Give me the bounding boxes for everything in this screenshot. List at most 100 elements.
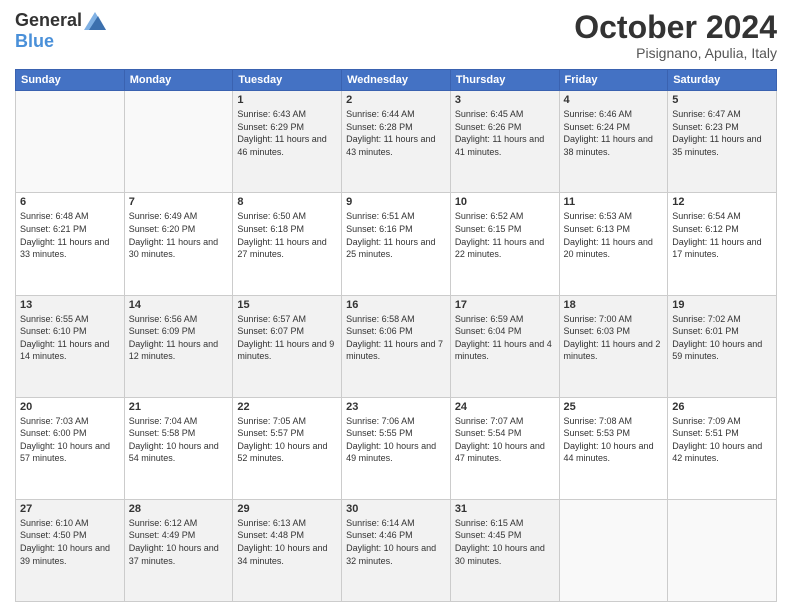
calendar-cell: 21Sunrise: 7:04 AM Sunset: 5:58 PM Dayli… xyxy=(124,397,233,499)
day-number: 11 xyxy=(564,196,664,208)
calendar-cell: 3 Sunrise: 6:45 AM Sunset: 6:26 PM Daylig… xyxy=(450,91,559,193)
day-number: 28 xyxy=(129,503,229,515)
calendar-week-5: 27 Sunrise: 6:10 AM Sunset: 4:50 PM Dayli… xyxy=(16,499,777,601)
calendar-cell: 13 Sunrise: 6:55 AM Sunset: 6:10 PM Dayli… xyxy=(16,295,125,397)
day-info: Sunrise: 7:06 AM Sunset: 5:55 PM Dayligh… xyxy=(346,415,446,465)
day-number: 3 xyxy=(455,94,555,106)
calendar-cell: 7 Sunrise: 6:49 AM Sunset: 6:20 PM Daylig… xyxy=(124,193,233,295)
logo-general-text: General xyxy=(15,10,82,31)
page: General Blue October 2024 Pisignano, Apu… xyxy=(0,0,792,612)
calendar-header-saturday: Saturday xyxy=(668,70,777,91)
calendar-week-3: 13 Sunrise: 6:55 AM Sunset: 6:10 PM Dayli… xyxy=(16,295,777,397)
day-number: 19 xyxy=(672,299,772,311)
location: Pisignano, Apulia, Italy xyxy=(574,45,777,61)
calendar-cell xyxy=(16,91,125,193)
calendar-cell: 26 Sunrise: 7:09 AM Sunset: 5:51 PM Dayli… xyxy=(668,397,777,499)
day-info: Sunrise: 7:02 AM Sunset: 6:01 PM Dayligh… xyxy=(672,313,772,363)
calendar-cell xyxy=(124,91,233,193)
day-number: 26 xyxy=(672,401,772,413)
day-number: 6 xyxy=(20,196,120,208)
day-info: Sunrise: 7:05 AM Sunset: 5:57 PM Dayligh… xyxy=(237,415,337,465)
day-info: Sunrise: 6:50 AM Sunset: 6:18 PM Dayligh… xyxy=(237,210,337,260)
calendar-cell: 9 Sunrise: 6:51 AM Sunset: 6:16 PM Daylig… xyxy=(342,193,451,295)
calendar-cell: 27 Sunrise: 6:10 AM Sunset: 4:50 PM Dayli… xyxy=(16,499,125,601)
day-number: 25 xyxy=(564,401,664,413)
calendar-week-2: 6Sunrise: 6:48 AM Sunset: 6:21 PM Daylig… xyxy=(16,193,777,295)
calendar-cell: 31 Sunrise: 6:15 AM Sunset: 4:45 PM Dayli… xyxy=(450,499,559,601)
day-info: Sunrise: 6:15 AM Sunset: 4:45 PM Dayligh… xyxy=(455,517,555,567)
day-info: Sunrise: 6:45 AM Sunset: 6:26 PM Dayligh… xyxy=(455,108,555,158)
calendar-cell: 1 Sunrise: 6:43 AM Sunset: 6:29 PM Daylig… xyxy=(233,91,342,193)
day-number: 1 xyxy=(237,94,337,106)
day-info: Sunrise: 6:56 AM Sunset: 6:09 PM Dayligh… xyxy=(129,313,229,363)
day-info: Sunrise: 6:43 AM Sunset: 6:29 PM Dayligh… xyxy=(237,108,337,158)
day-info: Sunrise: 6:46 AM Sunset: 6:24 PM Dayligh… xyxy=(564,108,664,158)
calendar-cell: 25 Sunrise: 7:08 AM Sunset: 5:53 PM Dayli… xyxy=(559,397,668,499)
day-info: Sunrise: 6:51 AM Sunset: 6:16 PM Dayligh… xyxy=(346,210,446,260)
day-info: Sunrise: 6:49 AM Sunset: 6:20 PM Dayligh… xyxy=(129,210,229,260)
day-number: 5 xyxy=(672,94,772,106)
day-number: 20 xyxy=(20,401,120,413)
day-number: 17 xyxy=(455,299,555,311)
day-number: 14 xyxy=(129,299,229,311)
calendar-header-sunday: Sunday xyxy=(16,70,125,91)
calendar-header-wednesday: Wednesday xyxy=(342,70,451,91)
day-info: Sunrise: 6:14 AM Sunset: 4:46 PM Dayligh… xyxy=(346,517,446,567)
day-number: 24 xyxy=(455,401,555,413)
logo-icon xyxy=(84,12,106,30)
day-info: Sunrise: 6:12 AM Sunset: 4:49 PM Dayligh… xyxy=(129,517,229,567)
calendar-week-4: 20 Sunrise: 7:03 AM Sunset: 6:00 PM Dayli… xyxy=(16,397,777,499)
day-number: 10 xyxy=(455,196,555,208)
calendar-header-monday: Monday xyxy=(124,70,233,91)
calendar-week-1: 1 Sunrise: 6:43 AM Sunset: 6:29 PM Daylig… xyxy=(16,91,777,193)
calendar-cell: 2 Sunrise: 6:44 AM Sunset: 6:28 PM Daylig… xyxy=(342,91,451,193)
calendar-cell: 16Sunrise: 6:58 AM Sunset: 6:06 PM Dayli… xyxy=(342,295,451,397)
day-number: 23 xyxy=(346,401,446,413)
title-section: October 2024 Pisignano, Apulia, Italy xyxy=(574,10,777,61)
calendar-cell: 10Sunrise: 6:52 AM Sunset: 6:15 PM Dayli… xyxy=(450,193,559,295)
day-info: Sunrise: 6:58 AM Sunset: 6:06 PM Dayligh… xyxy=(346,313,446,363)
day-info: Sunrise: 7:09 AM Sunset: 5:51 PM Dayligh… xyxy=(672,415,772,465)
calendar-cell: 20 Sunrise: 7:03 AM Sunset: 6:00 PM Dayli… xyxy=(16,397,125,499)
calendar-cell: 14 Sunrise: 6:56 AM Sunset: 6:09 PM Dayli… xyxy=(124,295,233,397)
day-number: 7 xyxy=(129,196,229,208)
day-number: 8 xyxy=(237,196,337,208)
calendar-header-row: SundayMondayTuesdayWednesdayThursdayFrid… xyxy=(16,70,777,91)
calendar-cell: 28 Sunrise: 6:12 AM Sunset: 4:49 PM Dayli… xyxy=(124,499,233,601)
day-info: Sunrise: 6:55 AM Sunset: 6:10 PM Dayligh… xyxy=(20,313,120,363)
calendar-cell: 24Sunrise: 7:07 AM Sunset: 5:54 PM Dayli… xyxy=(450,397,559,499)
day-info: Sunrise: 6:10 AM Sunset: 4:50 PM Dayligh… xyxy=(20,517,120,567)
calendar-cell: 18 Sunrise: 7:00 AM Sunset: 6:03 PM Dayli… xyxy=(559,295,668,397)
calendar-table: SundayMondayTuesdayWednesdayThursdayFrid… xyxy=(15,69,777,602)
day-number: 4 xyxy=(564,94,664,106)
day-number: 31 xyxy=(455,503,555,515)
day-number: 30 xyxy=(346,503,446,515)
day-info: Sunrise: 6:47 AM Sunset: 6:23 PM Dayligh… xyxy=(672,108,772,158)
day-info: Sunrise: 7:04 AM Sunset: 5:58 PM Dayligh… xyxy=(129,415,229,465)
day-number: 9 xyxy=(346,196,446,208)
calendar-cell: 22 Sunrise: 7:05 AM Sunset: 5:57 PM Dayli… xyxy=(233,397,342,499)
day-number: 12 xyxy=(672,196,772,208)
day-info: Sunrise: 6:44 AM Sunset: 6:28 PM Dayligh… xyxy=(346,108,446,158)
calendar-cell: 8 Sunrise: 6:50 AM Sunset: 6:18 PM Daylig… xyxy=(233,193,342,295)
calendar-cell: 11Sunrise: 6:53 AM Sunset: 6:13 PM Dayli… xyxy=(559,193,668,295)
calendar-header-thursday: Thursday xyxy=(450,70,559,91)
day-info: Sunrise: 6:13 AM Sunset: 4:48 PM Dayligh… xyxy=(237,517,337,567)
day-info: Sunrise: 6:59 AM Sunset: 6:04 PM Dayligh… xyxy=(455,313,555,363)
day-info: Sunrise: 7:00 AM Sunset: 6:03 PM Dayligh… xyxy=(564,313,664,363)
day-number: 22 xyxy=(237,401,337,413)
day-number: 15 xyxy=(237,299,337,311)
day-number: 27 xyxy=(20,503,120,515)
day-number: 18 xyxy=(564,299,664,311)
day-number: 2 xyxy=(346,94,446,106)
day-number: 13 xyxy=(20,299,120,311)
day-info: Sunrise: 7:03 AM Sunset: 6:00 PM Dayligh… xyxy=(20,415,120,465)
day-info: Sunrise: 7:08 AM Sunset: 5:53 PM Dayligh… xyxy=(564,415,664,465)
logo-blue-text: Blue xyxy=(15,31,54,52)
header: General Blue October 2024 Pisignano, Apu… xyxy=(15,10,777,61)
calendar-header-friday: Friday xyxy=(559,70,668,91)
calendar-cell: 6Sunrise: 6:48 AM Sunset: 6:21 PM Daylig… xyxy=(16,193,125,295)
calendar-cell: 17 Sunrise: 6:59 AM Sunset: 6:04 PM Dayli… xyxy=(450,295,559,397)
calendar-cell xyxy=(668,499,777,601)
calendar-cell: 12Sunrise: 6:54 AM Sunset: 6:12 PM Dayli… xyxy=(668,193,777,295)
